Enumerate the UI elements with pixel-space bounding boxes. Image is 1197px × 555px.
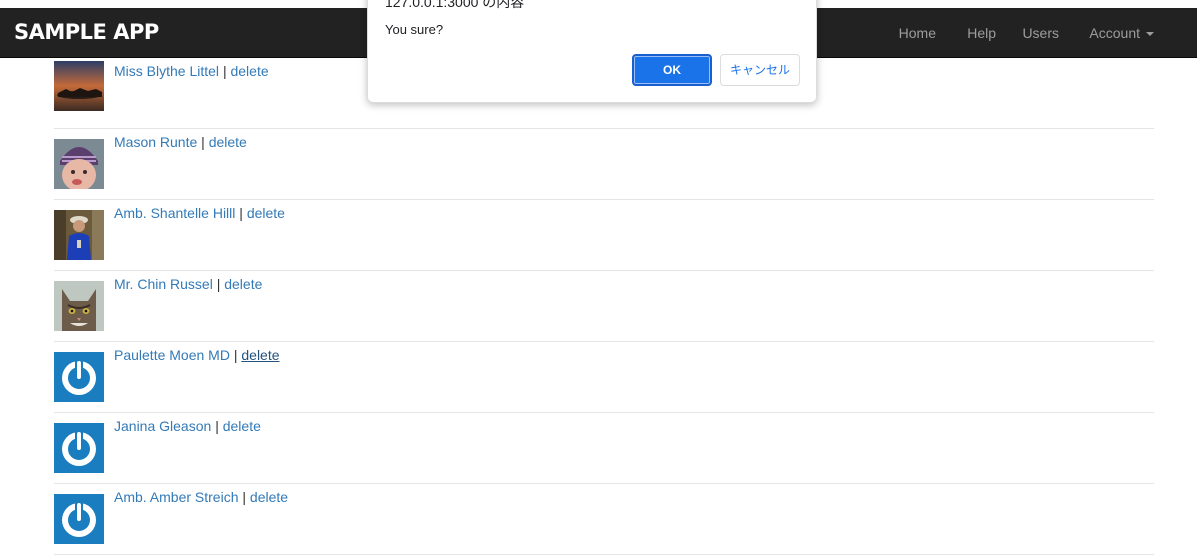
- delete-link[interactable]: delete: [209, 134, 247, 150]
- delete-link[interactable]: delete: [250, 489, 288, 505]
- list-item: Mason Runte | delete: [54, 129, 1154, 200]
- power-icon: [54, 494, 104, 544]
- avatar: [54, 210, 104, 260]
- list-item: Janina Gleason | delete: [54, 413, 1154, 484]
- user-entry: Janina Gleason | delete: [114, 418, 261, 434]
- separator: |: [233, 347, 238, 363]
- confirm-dialog: 127.0.0.1:3000 の内容 You sure? OK キャンセル: [367, 0, 817, 103]
- delete-link[interactable]: delete: [223, 418, 261, 434]
- cat-photo-icon: [54, 281, 104, 331]
- user-entry: Paulette Moen MD | delete: [114, 347, 280, 363]
- list-item: Paulette Moen MD | delete: [54, 342, 1154, 413]
- user-name-link[interactable]: Janina Gleason: [114, 418, 211, 434]
- brand-logo[interactable]: SAMPLE APP: [14, 20, 159, 44]
- avatar: [54, 281, 104, 331]
- avatar: [54, 61, 104, 111]
- dialog-origin-title: 127.0.0.1:3000 の内容: [385, 0, 525, 10]
- user-entry: Amb. Shantelle Hilll | delete: [114, 205, 285, 221]
- sunset-photo-icon: [54, 61, 104, 111]
- nav-account-dropdown[interactable]: Account: [1089, 25, 1154, 41]
- user-entry: Mr. Chin Russel | delete: [114, 276, 262, 292]
- nav-users-link[interactable]: Users: [1022, 25, 1059, 41]
- separator: |: [201, 134, 205, 150]
- nav-help-link[interactable]: Help: [967, 25, 996, 41]
- delete-link[interactable]: delete: [241, 347, 279, 363]
- users-list: Miss Blythe Littel | delete Mason Runte …: [54, 58, 1154, 555]
- user-name-link[interactable]: Amb. Shantelle Hilll: [114, 205, 235, 221]
- dialog-message: You sure?: [385, 22, 444, 37]
- list-item: Mr. Chin Russel | delete: [54, 271, 1154, 342]
- avatar: [54, 139, 104, 189]
- person-photo-icon: [54, 210, 104, 260]
- nav-account-label: Account: [1089, 25, 1140, 41]
- list-item: Amb. Shantelle Hilll | delete: [54, 200, 1154, 271]
- user-entry: Amb. Amber Streich | delete: [114, 489, 288, 505]
- cancel-button[interactable]: キャンセル: [720, 54, 800, 86]
- delete-link[interactable]: delete: [247, 205, 285, 221]
- avatar: [54, 423, 104, 473]
- separator: |: [216, 276, 221, 292]
- power-icon: [54, 423, 104, 473]
- separator: |: [239, 205, 243, 221]
- separator: |: [215, 418, 219, 434]
- user-name-link[interactable]: Mason Runte: [114, 134, 197, 150]
- avatar: [54, 494, 104, 544]
- separator: |: [222, 63, 227, 79]
- child-photo-icon: [54, 139, 104, 189]
- user-name-link[interactable]: Miss Blythe Littel: [114, 63, 219, 79]
- avatar: [54, 352, 104, 402]
- power-icon: [54, 352, 104, 402]
- separator: |: [242, 489, 247, 505]
- ok-button[interactable]: OK: [632, 54, 712, 86]
- user-name-link[interactable]: Amb. Amber Streich: [114, 489, 239, 505]
- user-entry: Mason Runte | delete: [114, 134, 247, 150]
- list-item: Amb. Amber Streich | delete: [54, 484, 1154, 555]
- user-name-link[interactable]: Mr. Chin Russel: [114, 276, 213, 292]
- nav-home-link[interactable]: Home: [899, 25, 936, 41]
- delete-link[interactable]: delete: [224, 276, 262, 292]
- user-entry: Miss Blythe Littel | delete: [114, 63, 269, 79]
- caret-down-icon: [1146, 32, 1154, 37]
- delete-link[interactable]: delete: [230, 63, 268, 79]
- user-name-link[interactable]: Paulette Moen MD: [114, 347, 230, 363]
